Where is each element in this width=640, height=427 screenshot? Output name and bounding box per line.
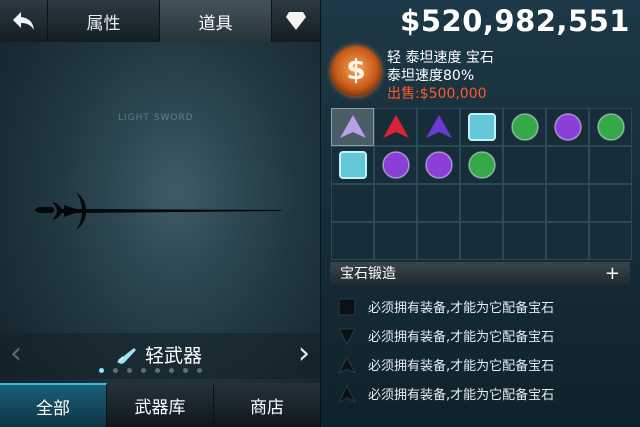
gem-slot-cell[interactable] [417,184,460,222]
page-dot[interactable] [183,368,188,373]
gem-slot-cell[interactable] [503,222,546,260]
sword-silhouette [35,192,282,230]
currency-balance: $520,982,551 [400,4,630,38]
prev-category-button[interactable]: ‹ [10,336,22,371]
gem-slot-cell[interactable] [546,184,589,222]
gem-slot-cell[interactable] [417,146,460,184]
tab-armory[interactable]: 武器库 [107,383,214,427]
round-gem-icon [596,113,625,141]
socket-icon [338,328,356,345]
round-gem-icon [424,151,453,179]
tab-attributes[interactable]: 属性 [48,0,160,42]
gem-slot-cell[interactable] [589,184,632,222]
expand-plus-icon[interactable]: + [605,263,620,284]
selected-gem-info: $ 轻 泰坦速度 宝石 泰坦速度80% 出售:$500,000 [331,46,633,108]
page-dot[interactable] [169,368,174,373]
bottom-tab-bar: 全部 武器库 商店 [0,383,320,427]
round-gem-icon [381,151,410,179]
gem-slot-cell[interactable] [374,146,417,184]
gem-slot-cell[interactable] [331,108,374,146]
diamond-icon [286,12,306,30]
gem-slot-cell[interactable] [460,146,503,184]
triangle-gem-icon [425,115,452,138]
socket-icon [337,355,357,374]
gem-slot-cell[interactable] [503,184,546,222]
page-dot[interactable] [127,368,132,373]
top-tab-bar: 属性 道具 [0,0,320,42]
gem-slot-cell[interactable] [503,146,546,184]
category-navigator: ‹ 轻武器 › [0,333,320,379]
gem-slot-cell[interactable] [460,108,503,146]
gem-socket-row[interactable]: 必须拥有装备,才能为它配备宝石 [330,350,630,379]
gem-slot-cell[interactable] [589,108,632,146]
gem-socket-row[interactable]: 必须拥有装备,才能为它配备宝石 [330,379,630,408]
socket-icon [337,384,357,403]
page-indicator [99,368,202,373]
gem-slot-cell[interactable] [331,146,374,184]
gems-tab-button[interactable] [272,0,320,42]
gem-orb-icon: $ [331,46,381,96]
gem-socket-row[interactable]: 必须拥有装备,才能为它配备宝石 [330,292,630,321]
next-category-button[interactable]: › [298,336,310,371]
gem-slot-cell[interactable] [460,184,503,222]
triangle-gem-icon [382,115,409,138]
gem-slot-cell[interactable] [589,146,632,184]
gem-slot-cell[interactable] [546,146,589,184]
gem-slot-cell[interactable] [460,222,503,260]
page-dot[interactable] [141,368,146,373]
gem-forge-bar[interactable]: 宝石锻造 + [330,262,630,284]
faded-item-label: LIGHT SWORD [118,113,194,123]
gem-slot-cell[interactable] [331,222,374,260]
category-label: 轻武器 [145,345,203,367]
round-gem-icon [510,113,539,141]
gem-slot-list: 必须拥有装备,才能为它配备宝石 必须拥有装备,才能为它配备宝石 必须拥有装备,才能为… [330,292,630,408]
triangle-gem-icon [339,115,366,138]
square-gem-icon [338,151,367,179]
category-title: 轻武器 [115,341,202,368]
gem-slot-cell[interactable] [374,222,417,260]
round-gem-icon [467,151,496,179]
socket-message: 必须拥有装备,才能为它配备宝石 [368,330,555,345]
gem-slot-cell[interactable] [374,184,417,222]
gem-grid [331,108,632,260]
light-weapon-icon [117,347,136,364]
tab-store[interactable]: 商店 [214,383,320,427]
gem-slot-cell[interactable] [331,184,374,222]
tab-all[interactable]: 全部 [0,383,107,427]
page-dot[interactable] [155,368,160,373]
gem-slot-cell[interactable] [503,108,546,146]
square-gem-icon [467,113,496,141]
tab-items[interactable]: 道具 [160,0,272,42]
gem-slot-cell[interactable] [417,108,460,146]
gem-slot-cell[interactable] [589,222,632,260]
page-dot[interactable] [197,368,202,373]
gem-slot-cell[interactable] [417,222,460,260]
page-dot[interactable] [99,368,104,373]
socket-message: 必须拥有装备,才能为它配备宝石 [368,388,555,403]
item-preview-panel: 属性 道具 LIGHT SWORD ‹ 轻武器 › 全部 武器库 商店 [0,0,320,427]
gem-forge-label: 宝石锻造 [340,266,396,282]
gem-effect: 泰坦速度80% [387,68,475,84]
socket-icon [338,298,356,315]
gem-slot-cell[interactable] [374,108,417,146]
back-arrow-icon [12,12,34,30]
gem-socket-row[interactable]: 必须拥有装备,才能为它配备宝石 [330,321,630,350]
socket-message: 必须拥有装备,才能为它配备宝石 [368,359,555,374]
back-button[interactable] [0,0,48,42]
gem-slot-cell[interactable] [546,222,589,260]
gem-name: 轻 泰坦速度 宝石 [387,50,494,66]
page-dot[interactable] [113,368,118,373]
gem-details: 轻 泰坦速度 宝石 泰坦速度80% 出售:$500,000 [387,49,494,103]
sell-price: 出售:$500,000 [387,86,487,102]
socket-message: 必须拥有装备,才能为它配备宝石 [368,301,555,316]
round-gem-icon [553,113,582,141]
gem-slot-cell[interactable] [546,108,589,146]
